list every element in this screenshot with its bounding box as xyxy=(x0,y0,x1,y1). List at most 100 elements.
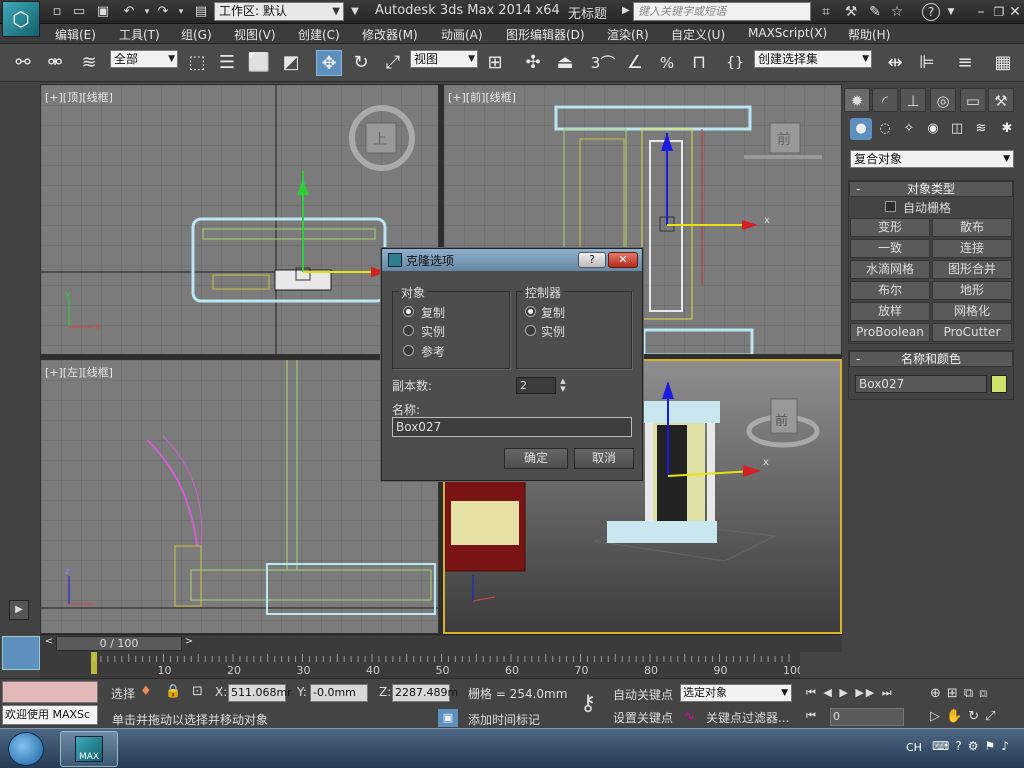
copies-spinner-input[interactable]: 2 xyxy=(516,377,556,394)
customize-quick-access-icon[interactable]: ▼ xyxy=(346,3,364,21)
link-icon[interactable]: ⚯ xyxy=(10,50,36,76)
flag-icon[interactable]: ⚑ xyxy=(984,739,1001,753)
controller-copy-radio[interactable] xyxy=(525,306,536,317)
isolate-selection-icon[interactable]: ♦ xyxy=(140,684,152,699)
current-frame-input[interactable]: 0 xyxy=(830,708,904,726)
create-tab-icon[interactable]: ✹ xyxy=(844,88,870,112)
zoom-extents-all-icon[interactable]: ⧈ xyxy=(979,686,993,701)
blobmesh-button[interactable]: 水滴网格 xyxy=(850,260,930,279)
zoom-all-icon[interactable]: ⊞ xyxy=(947,686,964,701)
time-slider[interactable]: < 0 / 100 > xyxy=(40,634,842,652)
menu-views[interactable]: 视图(V) xyxy=(234,26,276,43)
application-menu-button[interactable]: ⬡ xyxy=(2,1,40,37)
keyboard-shortcut-override-icon[interactable]: ⏏ xyxy=(552,50,578,76)
ok-button[interactable]: 确定 xyxy=(504,448,568,469)
copies-spinner-arrows[interactable]: ▲ ▼ xyxy=(558,377,568,394)
time-tag-icon[interactable]: ▣ xyxy=(438,709,458,727)
menu-rendering[interactable]: 渲染(R) xyxy=(607,26,649,43)
set-key-button[interactable]: 设置关键点 xyxy=(613,709,673,726)
geometry-icon[interactable]: ● xyxy=(850,118,872,140)
redo-icon[interactable]: ↷ xyxy=(154,3,172,21)
x-coordinate-input[interactable]: 511.068mr xyxy=(228,684,292,702)
pivot-center-icon[interactable]: ⊞ xyxy=(482,50,508,76)
zoom-extents-icon[interactable]: ⧉ xyxy=(964,686,979,701)
boolean-button[interactable]: 布尔 xyxy=(850,281,930,300)
mesher-button[interactable]: 网格化 xyxy=(932,302,1012,321)
key-icon[interactable]: ⚷ xyxy=(568,684,608,724)
open-file-icon[interactable]: ▭ xyxy=(70,3,88,21)
go-to-end-icon[interactable]: ⏭ xyxy=(882,686,894,699)
viewport-label-front[interactable]: [+][前][线框] xyxy=(448,89,516,105)
undo-icon[interactable]: ↶ xyxy=(120,3,138,21)
cameras-icon[interactable]: ◉ xyxy=(922,118,944,140)
help-tray-icon[interactable]: ? xyxy=(955,739,967,753)
menu-animation[interactable]: 动画(A) xyxy=(441,26,483,43)
input-language[interactable]: CH xyxy=(906,741,922,754)
display-tab-icon[interactable]: ▭ xyxy=(960,88,986,112)
helpers-icon[interactable]: ◫ xyxy=(946,118,968,140)
connect-button[interactable]: 连接 xyxy=(932,239,1012,258)
select-by-name-icon[interactable]: ☰ xyxy=(214,50,240,76)
redo-dropdown-icon[interactable]: ▾ xyxy=(172,3,190,21)
start-button[interactable] xyxy=(8,732,44,766)
menu-graph-editors[interactable]: 图形编辑器(D) xyxy=(506,26,585,43)
graphite-tools-icon[interactable]: ▦ xyxy=(990,50,1016,76)
maximize-viewport-icon[interactable]: ⤢ xyxy=(985,709,1001,724)
spinner-snap-icon[interactable]: ⊓ xyxy=(686,50,712,76)
edit-named-selection-icon[interactable]: {} xyxy=(722,50,748,76)
viewport-layout-icon[interactable] xyxy=(2,636,40,670)
procutter-button[interactable]: ProCutter xyxy=(932,323,1012,342)
frame-indicator[interactable]: 0 / 100 xyxy=(56,636,182,651)
controller-instance-radio[interactable] xyxy=(525,325,536,336)
mirror-icon[interactable]: ⇹ xyxy=(882,50,908,76)
menu-edit[interactable]: 编辑(E) xyxy=(55,26,96,43)
current-time-marker[interactable] xyxy=(91,652,97,674)
menu-group[interactable]: 组(G) xyxy=(181,26,212,43)
next-frame-icon[interactable]: ▶▶ xyxy=(855,686,876,699)
system-tray[interactable]: ⌨?⚙⚑♪ xyxy=(932,739,1015,753)
lights-icon[interactable]: ✧ xyxy=(898,118,920,140)
menu-tools[interactable]: 工具(T) xyxy=(119,26,160,43)
key-mode-dropdown[interactable]: 选定对象 ▼ xyxy=(680,684,792,702)
rectangular-selection-icon[interactable]: ⬜ xyxy=(246,50,272,76)
select-and-rotate-icon[interactable]: ↻ xyxy=(348,50,374,76)
select-and-scale-icon[interactable]: ⤢ xyxy=(380,50,406,76)
menu-maxscript[interactable]: MAXScript(X) xyxy=(748,26,827,40)
dialog-help-button[interactable]: ? xyxy=(578,252,606,268)
select-and-move-icon[interactable]: ✥ xyxy=(316,50,342,76)
absolute-mode-icon[interactable]: ⊡ xyxy=(192,684,203,699)
proboolean-button[interactable]: ProBoolean xyxy=(850,323,930,342)
playback-controls[interactable]: ⏮ ◀ ▶ ▶▶ ⏭ xyxy=(806,686,894,700)
terrain-button[interactable]: 地形 xyxy=(932,281,1012,300)
angle-snap-icon[interactable]: ∠ xyxy=(622,50,648,76)
utilities-tab-icon[interactable]: ⚒ xyxy=(988,88,1014,112)
close-icon[interactable]: ✕ xyxy=(1006,3,1024,21)
search-input[interactable]: 键入关键字或短语 xyxy=(633,2,811,21)
shapes-icon[interactable]: ◌ xyxy=(874,118,896,140)
viewport-top[interactable]: 上 y x [+][顶][线框] xyxy=(40,84,439,355)
z-coordinate-input[interactable]: 2287.489m xyxy=(392,684,458,702)
keyboard-icon[interactable]: ⌨ xyxy=(932,739,955,753)
key-filters-button[interactable]: 关键点过滤器... xyxy=(706,709,789,726)
minimize-icon[interactable]: – xyxy=(972,3,990,21)
reference-coordinate-dropdown[interactable]: 视图 ▼ xyxy=(410,50,478,68)
menu-modifiers[interactable]: 修改器(M) xyxy=(362,26,418,43)
cancel-button[interactable]: 取消 xyxy=(574,448,634,469)
dialog-title-bar[interactable]: 克隆选项 ? ✕ xyxy=(382,249,642,271)
slider-next-icon[interactable]: > xyxy=(182,636,196,651)
select-and-manipulate-icon[interactable]: ✣ xyxy=(520,50,546,76)
workspace-dropdown[interactable]: 工作区: 默认 ▼ xyxy=(214,2,344,21)
auto-key-button[interactable]: 自动关键点 xyxy=(613,686,673,703)
select-object-icon[interactable]: ⬚ xyxy=(184,50,210,76)
communication-center-icon[interactable]: ✎ xyxy=(866,3,884,21)
object-name-input[interactable]: Box027 xyxy=(855,375,987,393)
go-to-start-icon[interactable]: ⏮ xyxy=(806,686,818,699)
y-coordinate-input[interactable]: -0.0mm xyxy=(310,684,368,702)
dialog-close-button[interactable]: ✕ xyxy=(608,252,638,268)
pan-icon[interactable]: ✋ xyxy=(946,709,968,724)
align-icon[interactable]: ⊫ xyxy=(914,50,940,76)
shapemerge-button[interactable]: 图形合并 xyxy=(932,260,1012,279)
taskbar-3dsmax-button[interactable]: MAX xyxy=(60,731,118,767)
menu-create[interactable]: 创建(C) xyxy=(298,26,340,43)
favorites-star-icon[interactable]: ☆ xyxy=(888,3,906,21)
